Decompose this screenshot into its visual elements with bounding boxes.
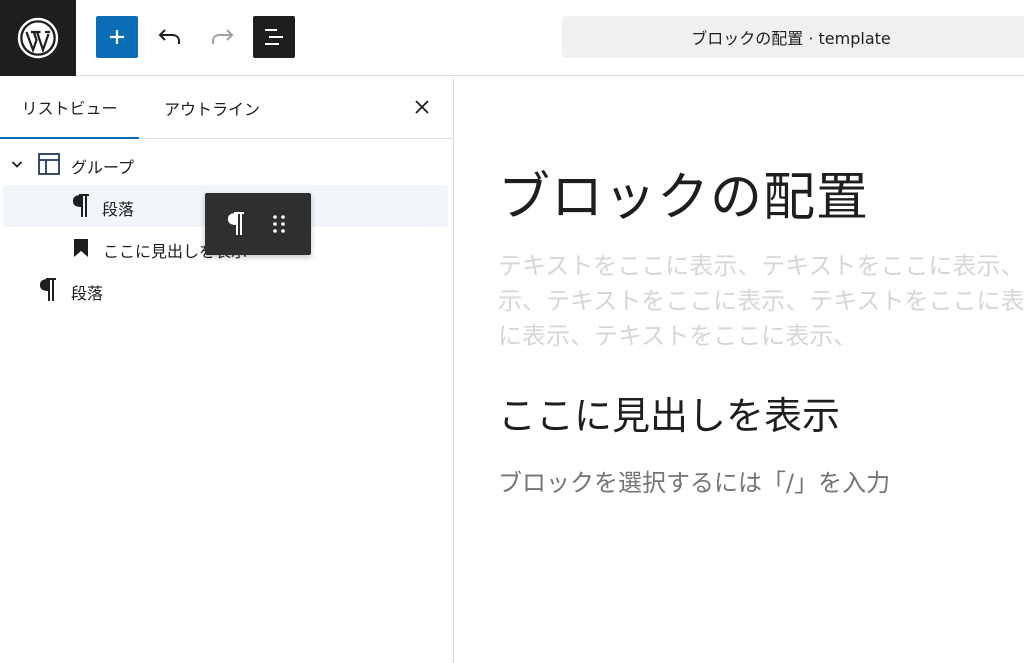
chevron-down-icon[interactable] [10, 157, 24, 171]
editor-canvas[interactable]: ブロックの配置 テキストをここに表示、テキストをここに表示、 示、テキストをここ… [455, 77, 1024, 663]
list-view-sidebar: リストビュー アウトライン グループ 段落 ここに見出しを表示 段落 [0, 77, 454, 663]
placeholder-line: に表示、テキストをここに表示、 [498, 322, 858, 350]
redo-icon [212, 29, 234, 44]
tab-list-view-label: リストビュー [21, 99, 118, 118]
placeholder-line: テキストをここに表示、テキストをここに表示、 [498, 252, 1024, 280]
block-appender[interactable]: ブロックを選択するには「/」を入力 [498, 463, 890, 498]
editor-header: ブロックの配置 · template [0, 0, 1024, 76]
paragraph-placeholder[interactable]: テキストをここに表示、テキストをここに表示、 示、テキストをここに表示、テキスト… [498, 249, 1024, 354]
document-title: ブロックの配置 · template [691, 29, 891, 48]
paragraph-icon [70, 193, 92, 219]
tree-item-label: 段落 [71, 284, 104, 303]
tab-list-view[interactable]: リストビュー [0, 77, 139, 139]
paragraph-icon [37, 277, 59, 303]
undo-icon [158, 29, 180, 44]
close-icon [415, 100, 429, 114]
placeholder-line: 示、テキストをここに表示、テキストをここに表 [498, 287, 1024, 315]
tab-outline-label: アウトライン [163, 100, 260, 119]
wordpress-logo-icon [17, 17, 59, 59]
redo-button[interactable] [202, 16, 242, 58]
plus-icon [110, 30, 124, 44]
tree-item-label: グループ [71, 158, 135, 177]
list-view-icon [265, 29, 283, 45]
undo-button[interactable] [150, 16, 190, 58]
heading-block[interactable]: ここに見出しを表示 [498, 385, 840, 440]
list-view-toggle-button[interactable] [253, 16, 295, 58]
add-block-button[interactable] [96, 16, 138, 58]
page-title[interactable]: ブロックの配置 [498, 155, 869, 230]
heading-bookmark-icon [72, 238, 90, 258]
tree-item-group[interactable]: グループ [0, 143, 453, 185]
paragraph-icon [225, 211, 247, 237]
tab-outline[interactable]: アウトライン [139, 77, 285, 139]
group-icon [37, 152, 61, 176]
sidebar-tabs: リストビュー アウトライン [0, 77, 453, 139]
tree-item-label: 段落 [102, 200, 135, 219]
close-sidebar-button[interactable] [404, 89, 440, 125]
wordpress-logo-button[interactable] [0, 0, 76, 76]
document-title-bar[interactable]: ブロックの配置 · template [562, 16, 1024, 58]
tree-item-paragraph[interactable]: 段落 [0, 269, 453, 311]
block-drag-toolbar[interactable] [205, 193, 311, 255]
drag-handle-icon[interactable] [271, 213, 287, 235]
